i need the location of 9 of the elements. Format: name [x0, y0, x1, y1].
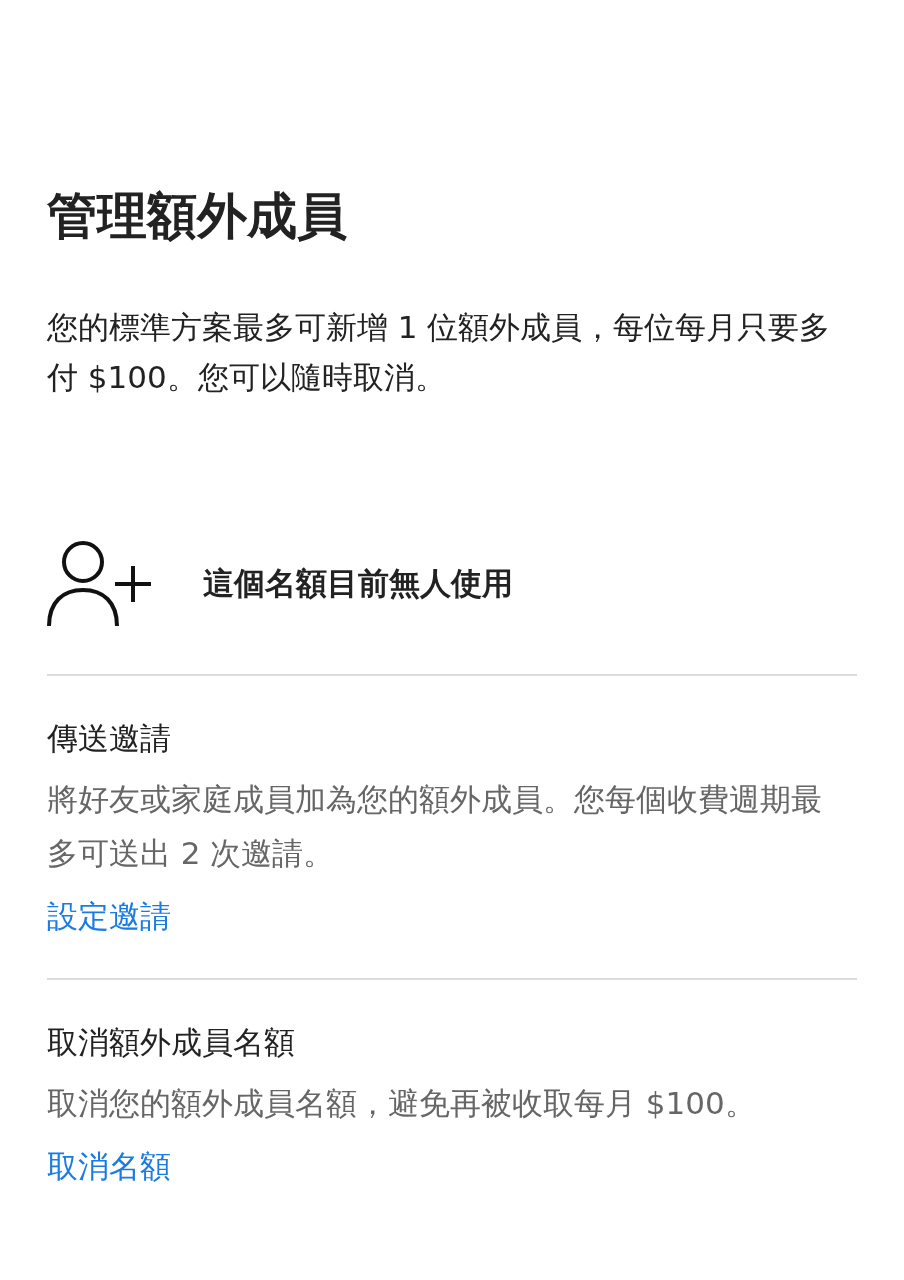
- action-link[interactable]: 取消名額: [47, 1140, 171, 1192]
- section-description: 將好友或家庭成員加為您的額外成員。您每個收費週期最多可送出 2 次邀請。: [47, 780, 823, 873]
- intro-text: 您的標準方案最多可新增 1 位額外成員，每位每月只要多付 $100。您可以隨時取消。: [47, 308, 832, 397]
- section-heading: 傳送邀請: [47, 719, 172, 758]
- section-description: 取消您的額外成員名額，避免再被收取每月 $100。: [47, 1084, 757, 1123]
- action-link[interactable]: 設定邀請: [47, 890, 171, 942]
- section-heading: 取消額外成員名額: [47, 1023, 296, 1062]
- slot-status: 這個名額目前無人使用: [203, 564, 513, 603]
- page-title: 管理額外成員: [47, 186, 348, 247]
